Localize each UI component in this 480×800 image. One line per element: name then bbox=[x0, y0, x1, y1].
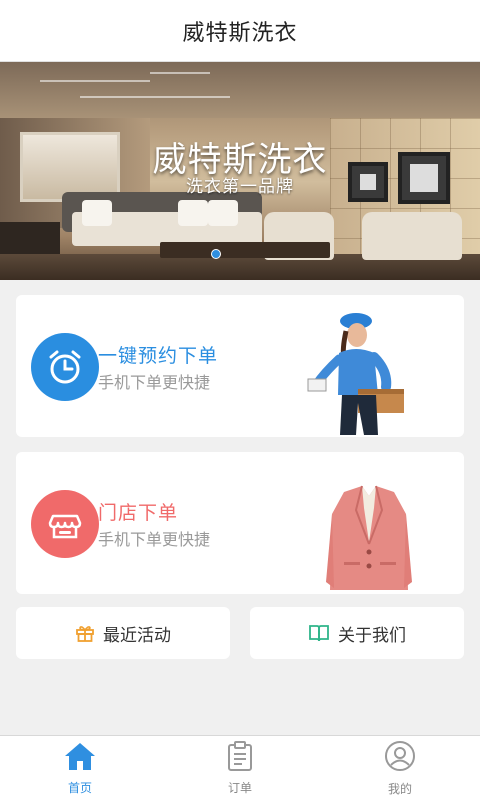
banner-ceiling bbox=[0, 62, 480, 118]
bottom-tab-bar: 首页 订单 我的 bbox=[0, 735, 480, 800]
banner-light-strip bbox=[80, 96, 230, 98]
delivery-person-illustration bbox=[294, 295, 444, 437]
book-icon bbox=[308, 623, 330, 643]
recent-activities-button[interactable]: 最近活动 bbox=[16, 607, 230, 659]
banner-armchair bbox=[362, 212, 462, 260]
blazer-illustration bbox=[294, 452, 444, 594]
card-subtitle: 手机下单更快捷 bbox=[98, 375, 211, 392]
banner-light-strip bbox=[150, 72, 210, 74]
promo-banner[interactable]: 威特斯洗衣 洗衣第一品牌 bbox=[0, 62, 480, 280]
card-title: 门店下单 bbox=[98, 503, 179, 524]
banner-pillow bbox=[178, 200, 208, 226]
banner-pillow bbox=[208, 200, 238, 226]
carousel-indicator[interactable] bbox=[211, 249, 221, 259]
app-header: 威特斯洗衣 bbox=[0, 0, 480, 62]
about-us-label: 关于我们 bbox=[338, 625, 406, 645]
banner-light-strip bbox=[40, 80, 150, 82]
tab-home[interactable]: 首页 bbox=[0, 736, 160, 800]
quick-order-card[interactable]: 一键预约下单 手机下单更快捷 bbox=[16, 295, 464, 437]
tab-home-label: 首页 bbox=[67, 780, 92, 795]
store-icon bbox=[31, 490, 99, 558]
recent-activities-label: 最近活动 bbox=[103, 625, 171, 645]
gift-icon bbox=[75, 623, 95, 643]
profile-icon bbox=[384, 740, 416, 777]
banner-pillow bbox=[82, 200, 112, 226]
banner-subtitle: 洗衣第一品牌 bbox=[186, 177, 294, 196]
about-us-button[interactable]: 关于我们 bbox=[250, 607, 464, 659]
order-list-icon bbox=[226, 740, 254, 776]
alarm-clock-icon bbox=[31, 333, 99, 401]
card-title: 一键预约下单 bbox=[98, 346, 219, 367]
store-order-card[interactable]: 门店下单 手机下单更快捷 bbox=[16, 452, 464, 594]
page-title: 威特斯洗衣 bbox=[182, 19, 298, 45]
home-icon bbox=[63, 741, 97, 776]
banner-coffee-table bbox=[160, 242, 330, 258]
tab-orders-label: 订单 bbox=[227, 780, 252, 795]
tab-profile[interactable]: 我的 bbox=[320, 736, 480, 800]
tab-orders[interactable]: 订单 bbox=[160, 736, 320, 800]
card-subtitle: 手机下单更快捷 bbox=[98, 532, 211, 549]
tab-profile-label: 我的 bbox=[387, 781, 412, 796]
